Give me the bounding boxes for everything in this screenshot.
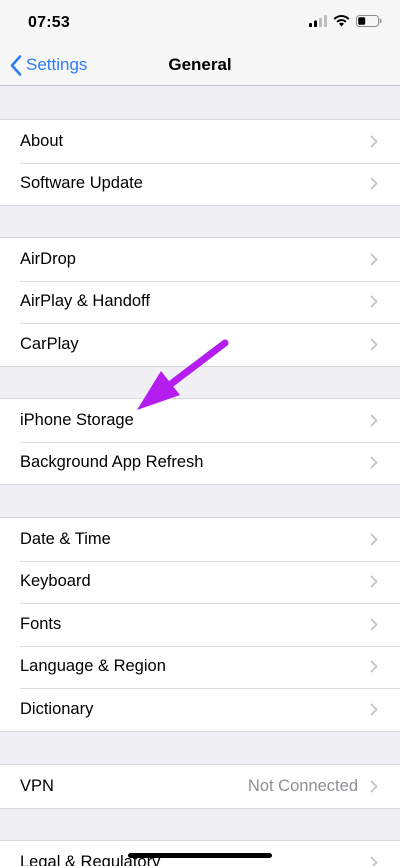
home-indicator bbox=[128, 853, 272, 858]
battery-icon bbox=[356, 15, 382, 27]
row-label: Dictionary bbox=[20, 699, 94, 718]
row-label: VPN bbox=[20, 776, 54, 795]
chevron-right-icon bbox=[370, 575, 378, 588]
row-label: Date & Time bbox=[20, 529, 111, 548]
chevron-right-icon bbox=[370, 177, 378, 190]
row-label: Keyboard bbox=[20, 572, 91, 591]
settings-row-about[interactable]: About bbox=[0, 120, 400, 163]
chevron-right-icon bbox=[370, 253, 378, 266]
settings-group-connectivity: AirDrop AirPlay & Handoff CarPlay bbox=[0, 237, 400, 367]
chevron-right-icon bbox=[370, 414, 378, 427]
settings-row-airplay-handoff[interactable]: AirPlay & Handoff bbox=[0, 280, 400, 324]
status-bar: 07:53 bbox=[0, 0, 400, 44]
settings-row-dictionary[interactable]: Dictionary bbox=[0, 688, 400, 731]
settings-row-language-region[interactable]: Language & Region bbox=[0, 645, 400, 689]
settings-row-vpn[interactable]: VPN Not Connected bbox=[0, 765, 400, 808]
chevron-right-icon bbox=[370, 703, 378, 716]
settings-row-airdrop[interactable]: AirDrop bbox=[0, 238, 400, 281]
chevron-right-icon bbox=[370, 456, 378, 469]
vpn-status-value: Not Connected bbox=[247, 776, 358, 795]
row-label: iPhone Storage bbox=[20, 410, 134, 429]
chevron-right-icon bbox=[370, 660, 378, 673]
row-label: AirPlay & Handoff bbox=[20, 292, 150, 311]
chevron-right-icon bbox=[370, 135, 378, 148]
status-time: 07:53 bbox=[28, 14, 70, 31]
chevron-right-icon bbox=[370, 338, 378, 351]
settings-row-software-update[interactable]: Software Update bbox=[0, 162, 400, 206]
row-label: Background App Refresh bbox=[20, 453, 204, 472]
settings-group-locale: Date & Time Keyboard Fonts Language & Re… bbox=[0, 517, 400, 732]
navigation-bar: Settings General bbox=[0, 44, 400, 86]
settings-group-vpn: VPN Not Connected bbox=[0, 764, 400, 809]
wifi-icon bbox=[333, 15, 350, 27]
signal-icon bbox=[309, 15, 327, 27]
page-title: General bbox=[168, 55, 232, 74]
chevron-right-icon bbox=[370, 618, 378, 631]
row-label: Language & Region bbox=[20, 657, 166, 676]
settings-row-carplay[interactable]: CarPlay bbox=[0, 323, 400, 366]
row-label: CarPlay bbox=[20, 334, 79, 353]
chevron-right-icon bbox=[370, 780, 378, 793]
row-label: About bbox=[20, 131, 64, 150]
chevron-right-icon bbox=[370, 295, 378, 308]
settings-row-keyboard[interactable]: Keyboard bbox=[0, 560, 400, 604]
row-label: Software Update bbox=[20, 174, 143, 193]
settings-row-fonts[interactable]: Fonts bbox=[0, 603, 400, 646]
chevron-right-icon bbox=[370, 856, 378, 866]
settings-row-iphone-storage[interactable]: iPhone Storage bbox=[0, 399, 400, 442]
settings-group-storage: iPhone Storage Background App Refresh bbox=[0, 398, 400, 485]
status-icons bbox=[309, 15, 382, 27]
settings-row-date-time[interactable]: Date & Time bbox=[0, 518, 400, 561]
settings-row-background-app-refresh[interactable]: Background App Refresh bbox=[0, 441, 400, 485]
settings-group-general-info: About Software Update bbox=[0, 119, 400, 206]
row-label: Fonts bbox=[20, 614, 62, 633]
chevron-right-icon bbox=[370, 533, 378, 546]
row-label: AirDrop bbox=[20, 249, 76, 268]
